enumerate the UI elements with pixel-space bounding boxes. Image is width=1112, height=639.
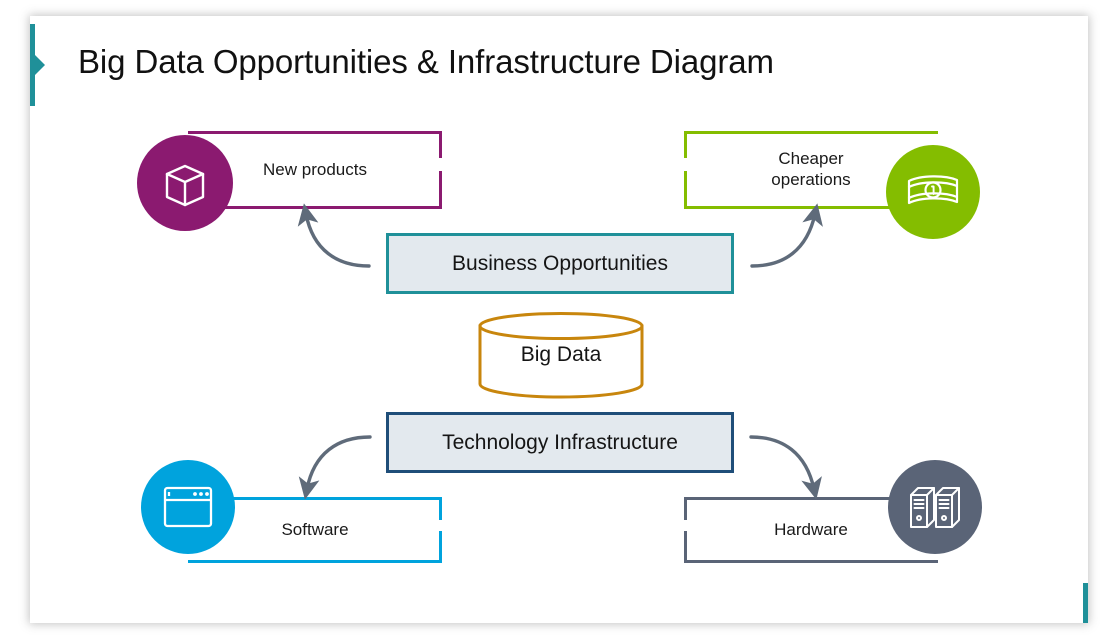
- frame-edge-right-upper: [439, 497, 442, 520]
- outcome-badge-software[interactable]: [141, 460, 235, 554]
- page-title: Big Data Opportunities & Infrastructure …: [78, 43, 774, 80]
- frame-edge-bottom: [684, 560, 938, 563]
- outcome-badge-hardware[interactable]: [888, 460, 982, 554]
- data-store-label: Big Data: [520, 343, 602, 366]
- frame-edge-left-upper: [684, 497, 687, 520]
- frame-edge-top: [684, 131, 938, 134]
- outcome-label-hardware: Hardware: [774, 519, 848, 539]
- frame-edge-top: [188, 131, 442, 134]
- outcome-label-software: Software: [281, 519, 349, 539]
- outcome-label-line2: operations: [771, 170, 851, 189]
- outcome-label-new-products: New products: [263, 159, 367, 179]
- frame-edge-left-lower: [684, 171, 687, 209]
- frame-edge-right-upper: [439, 131, 442, 158]
- frame-edge-left-lower: [684, 531, 687, 563]
- slide-canvas: Big Data Opportunities & Infrastructure …: [0, 0, 1112, 639]
- center-box-business-opportunities[interactable]: Business Opportunities: [386, 233, 734, 294]
- data-store-big-data[interactable]: Big Data: [477, 312, 645, 399]
- servers-icon: [910, 487, 960, 528]
- frame-edge-right-lower: [439, 171, 442, 209]
- outcome-badge-new-products[interactable]: [137, 135, 233, 231]
- outcome-label-cheaper-operations: Cheaper operations: [771, 149, 850, 190]
- accent-bar-bottom-right: [1083, 583, 1088, 623]
- center-box-technology-infrastructure[interactable]: Technology Infrastructure: [386, 412, 734, 473]
- browser-window-icon: [163, 486, 213, 528]
- frame-edge-right-lower: [439, 531, 442, 563]
- center-box-label-technology: Technology Infrastructure: [442, 430, 678, 454]
- frame-edge-bottom: [188, 560, 442, 563]
- cube-icon: [165, 164, 205, 207]
- chevron-right-icon: [34, 54, 45, 76]
- outcome-label-line1: Cheaper: [778, 149, 844, 169]
- outcome-badge-cheaper-operations[interactable]: [886, 145, 980, 239]
- banknote-icon: [907, 175, 959, 205]
- frame-edge-left-upper: [684, 131, 687, 158]
- center-box-label-business: Business Opportunities: [452, 251, 668, 275]
